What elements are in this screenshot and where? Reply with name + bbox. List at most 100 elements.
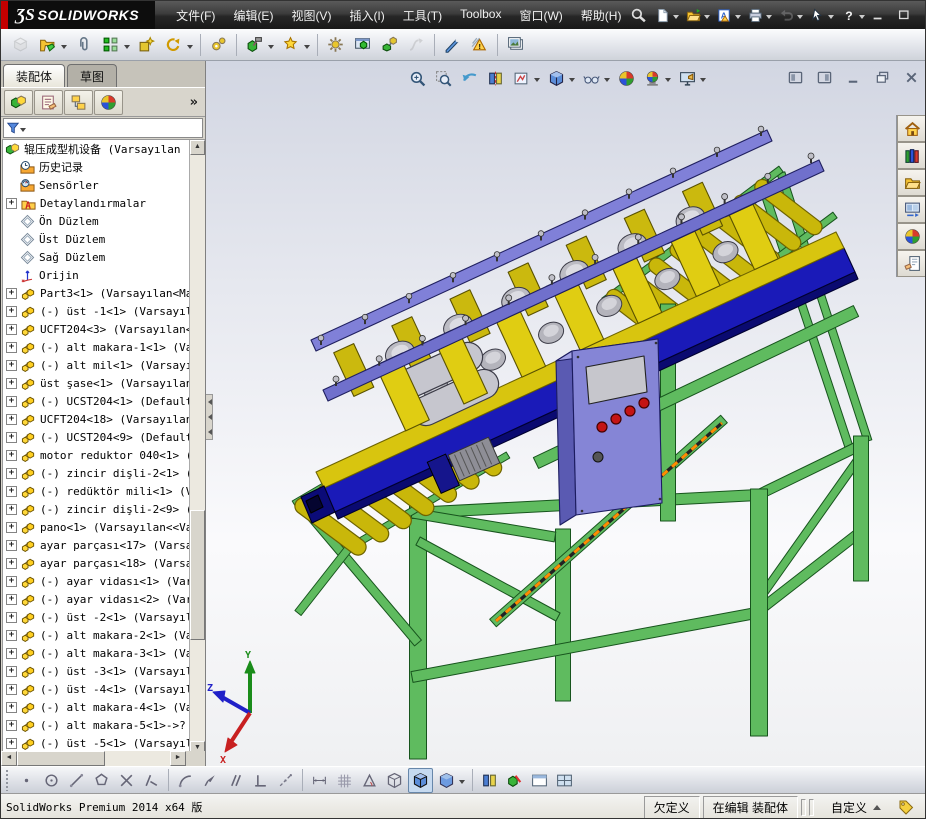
menu-item-edit[interactable]: 编辑(E) — [224, 3, 282, 28]
insert-components-button[interactable] — [8, 32, 33, 57]
circle-tool-button[interactable] — [40, 769, 63, 792]
tb-min-button[interactable] — [868, 6, 888, 24]
filter-dropdown[interactable] — [20, 128, 26, 135]
print-button[interactable] — [744, 4, 766, 26]
trim-tool-button[interactable] — [115, 769, 138, 792]
chamfer-tool-button[interactable] — [140, 769, 163, 792]
open-folder-dropdown[interactable] — [704, 15, 711, 22]
appearances-button[interactable] — [897, 223, 925, 250]
tree-row[interactable]: Orijin — [3, 266, 189, 284]
tree-row[interactable]: + (-) UCST204<1> (Default< — [3, 392, 189, 410]
motion-gear-button[interactable] — [323, 32, 348, 57]
hide-show-items-dropdown[interactable] — [604, 78, 610, 85]
view-settings-button[interactable] — [675, 66, 699, 90]
new-document-dropdown[interactable] — [673, 15, 680, 22]
tree-row[interactable]: + (-) ayar vidası<1> (Vars — [3, 572, 189, 590]
parallel-button[interactable] — [224, 769, 247, 792]
tree-row[interactable]: + A Detaylandırmalar — [3, 194, 189, 212]
section-view-button[interactable] — [483, 66, 507, 90]
tree-row[interactable]: Ön Düzlem — [3, 212, 189, 230]
undo-button[interactable] — [775, 4, 797, 26]
scroll-left-button[interactable]: ◄ — [1, 751, 17, 766]
tree-row[interactable]: Sensörler — [3, 176, 189, 194]
design-library-button[interactable] — [897, 142, 925, 169]
tree-row[interactable]: + (-) ayar vidası<2> (Vars — [3, 590, 189, 608]
tab-assembly[interactable]: 装配体 — [3, 64, 66, 87]
tree-expand-toggle[interactable]: + — [6, 449, 17, 461]
tree-expand-toggle[interactable]: + — [6, 665, 17, 677]
menu-item-view[interactable]: 视图(V) — [282, 3, 340, 28]
tangent-arc-button[interactable] — [174, 769, 197, 792]
select-cursor-button[interactable] — [806, 4, 828, 26]
hide-show-items-button[interactable] — [579, 66, 603, 90]
apply-scene-dropdown[interactable] — [665, 78, 671, 85]
sketch-arrow-button[interactable] — [199, 769, 222, 792]
report-dropdown[interactable] — [735, 15, 742, 22]
display-style-button[interactable] — [544, 66, 568, 90]
tree-row[interactable]: + (-) üst -3<1> (Varsayıla — [3, 662, 189, 680]
shaded-edges-button[interactable] — [408, 767, 433, 793]
tree-row[interactable]: + üst şase<1> (Varsayılan< — [3, 374, 189, 392]
tree-vertical-scrollbar[interactable]: ▲ ▼ — [189, 140, 205, 756]
polygon-tool-button[interactable] — [90, 769, 113, 792]
move-component-button[interactable] — [161, 32, 186, 57]
scroll-thumb[interactable] — [190, 510, 205, 640]
edit-appearance-button[interactable] — [614, 66, 638, 90]
tree-expand-toggle[interactable]: + — [6, 647, 17, 659]
component-pattern-dropdown[interactable] — [124, 44, 130, 52]
tree-expand-toggle[interactable]: + — [6, 341, 17, 353]
help-button[interactable]: ? — [837, 4, 859, 26]
tree-row[interactable]: Sağ Düzlem — [3, 248, 189, 266]
display-style-dropdown[interactable] — [569, 78, 575, 85]
tree-row[interactable]: + (-) üst -5<1> (Varsayıla — [3, 734, 189, 752]
tree-row[interactable]: + (-) alt makara-3<1> (Var — [3, 644, 189, 662]
file-explorer-button[interactable] — [897, 169, 925, 196]
window-pane-button[interactable] — [528, 769, 551, 792]
menu-item-tools[interactable]: 工具(T) — [394, 3, 451, 28]
tag-icon[interactable] — [895, 797, 917, 817]
previous-view-button[interactable] — [457, 66, 481, 90]
configurationmanager-button[interactable] — [64, 89, 93, 115]
tree-expand-toggle[interactable]: + — [6, 701, 17, 713]
propertymanager-button[interactable] — [34, 89, 63, 115]
featuremanager-button[interactable] — [4, 89, 33, 115]
dimension-button[interactable] — [308, 769, 331, 792]
toolbar-drag-handle[interactable] — [5, 769, 10, 791]
zoom-to-fit-button[interactable] — [405, 66, 429, 90]
window-grid-button[interactable] — [553, 769, 576, 792]
tree-row[interactable]: + (-) alt makara-1<1> (Var — [3, 338, 189, 356]
scroll-right-button[interactable]: ► — [170, 751, 186, 766]
shaded-dropdown[interactable] — [459, 780, 465, 787]
menu-item-help[interactable]: 帮助(H) — [572, 3, 631, 28]
tree-expand-toggle[interactable]: + — [6, 539, 17, 551]
menu-item-insert[interactable]: 插入(I) — [340, 3, 393, 28]
tree-row[interactable]: + UCFT204<3> (Varsayılan<< — [3, 320, 189, 338]
assembly-features-dropdown[interactable] — [268, 44, 274, 52]
tree-expand-toggle[interactable]: + — [6, 467, 17, 479]
pane-right-button[interactable] — [814, 68, 834, 86]
gear-tools-button[interactable] — [206, 32, 231, 57]
tree-row[interactable]: + (-) alt makara-4<1> (Var — [3, 698, 189, 716]
zoom-to-area-button[interactable] — [431, 66, 455, 90]
new-document-button[interactable] — [651, 4, 673, 26]
search-icon[interactable] — [630, 3, 647, 28]
grid-tool-button[interactable] — [333, 769, 356, 792]
exploded-view-button[interactable] — [377, 32, 402, 57]
assembly-features-button[interactable] — [242, 32, 267, 57]
tree-horizontal-scrollbar[interactable]: ◄ ► — [1, 751, 205, 766]
tree-row[interactable]: Üst Düzlem — [3, 230, 189, 248]
tree-row[interactable]: + UCFT204<18> (Varsayılan< — [3, 410, 189, 428]
undo-dropdown[interactable] — [797, 15, 804, 22]
instant3d-button[interactable] — [440, 32, 465, 57]
tree-row[interactable]: + (-) zincir dişli-2<9> (V — [3, 500, 189, 518]
tree-row[interactable]: + (-) üst -1<1> (Varsayıla — [3, 302, 189, 320]
wireframe-button[interactable] — [383, 769, 406, 792]
help-dropdown[interactable] — [859, 15, 866, 22]
tree-row[interactable]: + Part3<1> (Varsayılan<Mak — [3, 284, 189, 302]
pane-left-button[interactable] — [785, 68, 805, 86]
reference-star-button[interactable] — [278, 32, 303, 57]
tree-row[interactable]: + motor reduktor 040<1> (V — [3, 446, 189, 464]
win-min-button[interactable] — [843, 68, 863, 86]
panel-collapse-grip[interactable] — [206, 394, 213, 440]
tree-expand-toggle[interactable]: + — [6, 413, 17, 425]
